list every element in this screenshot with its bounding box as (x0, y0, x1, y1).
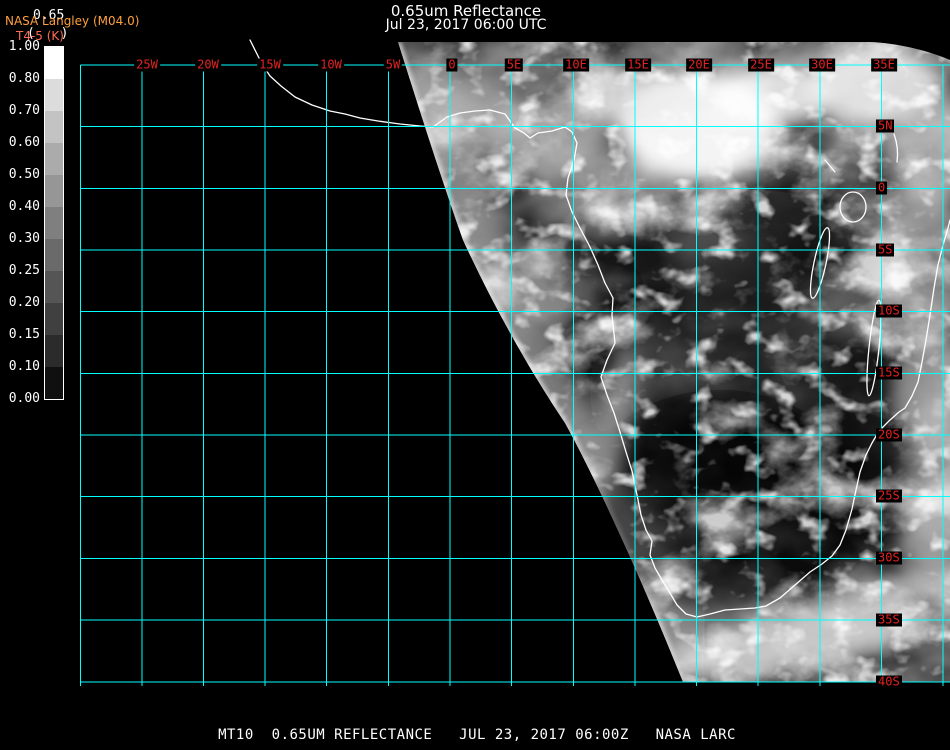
lon-label-20e: 20E (686, 57, 712, 72)
colorbar-segment (45, 175, 63, 207)
lat-label-20s: 20S (876, 427, 902, 442)
lon-label-15w: 15W (257, 57, 283, 72)
satellite-map-plot (80, 39, 950, 686)
colorbar-tick-label: 0.20 (8, 295, 40, 310)
footer-caption: MT10 0.65UM REFLECTANCE JUL 23, 2017 06:… (218, 727, 736, 743)
lat-label-35s: 35S (876, 612, 902, 627)
lon-label-25e: 25E (748, 57, 774, 72)
lat-label-5s: 5S (876, 242, 895, 257)
colorbar-segment (45, 367, 63, 399)
lat-label-10s: 10S (876, 303, 902, 318)
satellite-product-window: 0.65um Reflectance Jul 23, 2017 06:00 UT… (0, 0, 950, 750)
colorbar-tick-label: 1.00 (8, 39, 40, 54)
colorbar-segment (45, 303, 63, 335)
colorbar-segment (45, 271, 63, 303)
colorbar-segment (45, 79, 63, 111)
lon-label-30e: 30E (809, 57, 835, 72)
colorbar-segment (45, 239, 63, 271)
colorbar-tick-label: 0.25 (8, 263, 40, 278)
lon-label-5e: 5E (504, 57, 524, 72)
lon-label-20w: 20W (195, 57, 221, 72)
colorbar-segment (45, 143, 63, 175)
colorbar-tick-label: 0.40 (8, 199, 40, 214)
colorbar-segment (45, 207, 63, 239)
page-subtitle: Jul 23, 2017 06:00 UTC (385, 17, 547, 33)
lon-label-10e: 10E (563, 57, 589, 72)
lat-label-30s: 30S (876, 550, 902, 565)
colorbar-tick-label: 0.50 (8, 167, 40, 182)
lon-label-15e: 15E (625, 57, 651, 72)
colorbar-tick-label: 0.80 (8, 71, 40, 86)
lon-label-35e: 35E (871, 57, 897, 72)
colorbar-tick-label: 0.60 (8, 135, 40, 150)
colorbar-segment (45, 47, 63, 79)
lat-label-40s: 40S (876, 674, 902, 689)
lon-label-25w: 25W (134, 57, 160, 72)
lat-label-0: 0 (876, 180, 888, 195)
colorbar-tick-label: 0.70 (8, 103, 40, 118)
colorbar-segment (45, 111, 63, 143)
colorbar-tick-label: 0.30 (8, 231, 40, 246)
colorbar-segment (45, 335, 63, 367)
lon-label-10w: 10W (318, 57, 344, 72)
lon-label-0: 0 (446, 57, 458, 72)
lat-label-5n: 5N (876, 118, 895, 133)
lat-label-25s: 25S (876, 488, 902, 503)
colorbar-tick-label: 0.00 (8, 391, 40, 406)
lon-label-5w: 5W (383, 57, 403, 72)
colorbar (44, 46, 64, 400)
satellite-imagery (398, 42, 950, 682)
colorbar-tick-label: 0.10 (8, 359, 40, 374)
lat-label-15s: 15S (876, 365, 902, 380)
colorbar-tick-label: 0.15 (8, 327, 40, 342)
